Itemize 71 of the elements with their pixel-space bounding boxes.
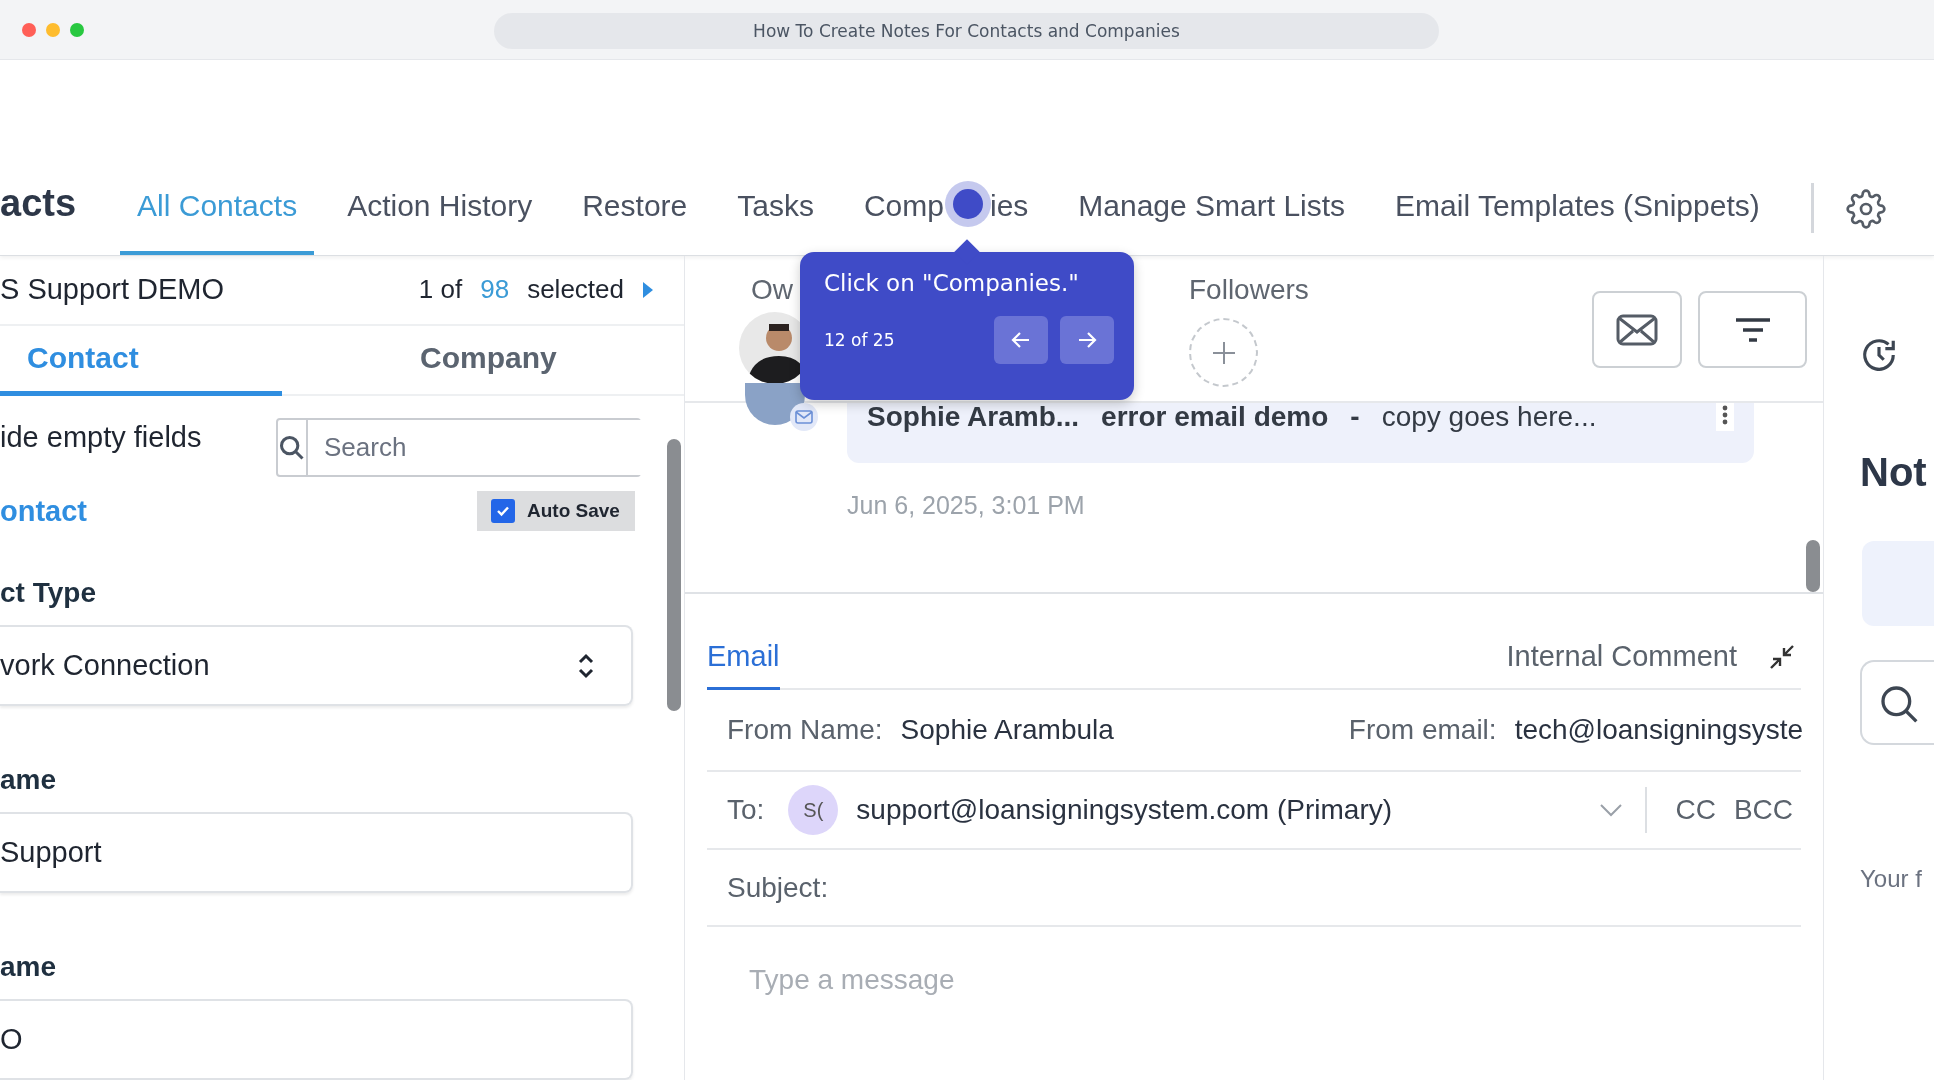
field-label: ct Type xyxy=(0,577,97,609)
filter-icon xyxy=(1734,316,1771,343)
nav-tab[interactable]: Tasks xyxy=(720,189,831,255)
search-icon xyxy=(278,433,306,462)
subject-label: Subject: xyxy=(727,871,829,904)
nav-tab[interactable]: Action History xyxy=(330,189,550,255)
field-label: ame xyxy=(0,951,58,983)
field-label: ame xyxy=(0,764,58,796)
scrollbar[interactable] xyxy=(667,439,681,711)
record-count: 98 xyxy=(480,274,510,306)
next-icon[interactable] xyxy=(642,280,654,299)
message-card[interactable]: Sophie Aramb... error email demo - copy goes here... xyxy=(847,403,1754,463)
plus-icon xyxy=(1210,339,1237,366)
record-tab[interactable]: Company xyxy=(282,325,564,396)
owner-label: Ow xyxy=(751,274,793,306)
auto-save-checkbox[interactable]: Auto Save xyxy=(477,491,635,531)
nav-tab[interactable]: Comp ies xyxy=(846,189,1046,255)
previous-button[interactable] xyxy=(994,316,1048,364)
minimize-dot[interactable] xyxy=(46,22,60,37)
filter-button[interactable] xyxy=(1698,291,1807,368)
checkbox[interactable] xyxy=(491,499,515,523)
message-date: Jun 6, 2025, 3:01 PM xyxy=(847,491,1086,520)
hide-empty-fields-label: ide empty fields xyxy=(0,421,202,454)
settings-icon[interactable] xyxy=(1845,189,1886,229)
input-field[interactable]: Support xyxy=(0,812,633,893)
arrow-right-icon xyxy=(1077,331,1097,349)
tooltip-text: Click on "Companies." xyxy=(824,270,1080,296)
to-label: To: xyxy=(727,794,765,826)
message-separator: - xyxy=(1350,403,1360,431)
hotspot-marker xyxy=(945,181,991,227)
from-name-label: From Name: xyxy=(727,714,883,746)
mail-icon xyxy=(795,410,813,424)
from-name-value: Sophie Arambula xyxy=(900,714,1114,746)
select-field[interactable]: vork Connection xyxy=(0,625,633,706)
notes-title: Not xyxy=(1860,450,1928,495)
pager-text: selected xyxy=(527,274,624,306)
auto-save-label: Auto Save xyxy=(527,500,620,522)
recipient-email: support@loansigningsystem.com (Primary) xyxy=(856,794,1393,826)
cc-link[interactable]: CC xyxy=(1675,794,1716,826)
input-field[interactable]: O xyxy=(0,999,633,1080)
chevron-down-icon[interactable] xyxy=(1599,803,1624,817)
zoom-dot[interactable] xyxy=(70,22,84,37)
pager-text: 1 of xyxy=(418,274,463,306)
nav-tab[interactable]: Email Templates (Snippets) xyxy=(1378,189,1777,255)
message-preview: copy goes here... xyxy=(1381,403,1597,431)
message-sender: Sophie Aramb... xyxy=(867,403,1080,431)
from-email-value: tech@loansigningsyste xyxy=(1514,714,1803,746)
arrow-left-icon xyxy=(1011,331,1031,349)
bcc-link[interactable]: BCC xyxy=(1733,794,1793,826)
window-title: How To Create Notes For Contacts and Companies xyxy=(494,13,1439,49)
notes-hint: Your f xyxy=(1860,865,1923,893)
recipient-avatar: S( xyxy=(788,785,839,835)
close-dot[interactable] xyxy=(22,22,36,37)
nav-tab[interactable]: Restore xyxy=(565,189,705,255)
followers-label: Followers xyxy=(1189,274,1309,306)
scrollbar[interactable] xyxy=(1806,540,1820,592)
step-counter: 12 of 25 xyxy=(824,330,896,350)
page-title: acts xyxy=(0,182,77,225)
sort-icon xyxy=(577,651,595,680)
message-subject: error email demo xyxy=(1101,403,1329,431)
composer-tab[interactable]: Email xyxy=(707,640,780,690)
composer-tab[interactable]: Internal Comment xyxy=(1506,640,1737,690)
history-icon[interactable] xyxy=(1860,336,1898,374)
more-icon[interactable] xyxy=(1722,404,1728,426)
from-email-label: From email: xyxy=(1348,714,1497,746)
next-button[interactable] xyxy=(1060,316,1114,364)
nav-tab[interactable]: Manage Smart Lists xyxy=(1061,189,1363,255)
email-button[interactable] xyxy=(1592,291,1682,368)
mail-icon xyxy=(1616,313,1658,346)
notes-search-field[interactable] xyxy=(1860,660,1934,745)
record-title: S Support DEMO xyxy=(0,273,225,307)
